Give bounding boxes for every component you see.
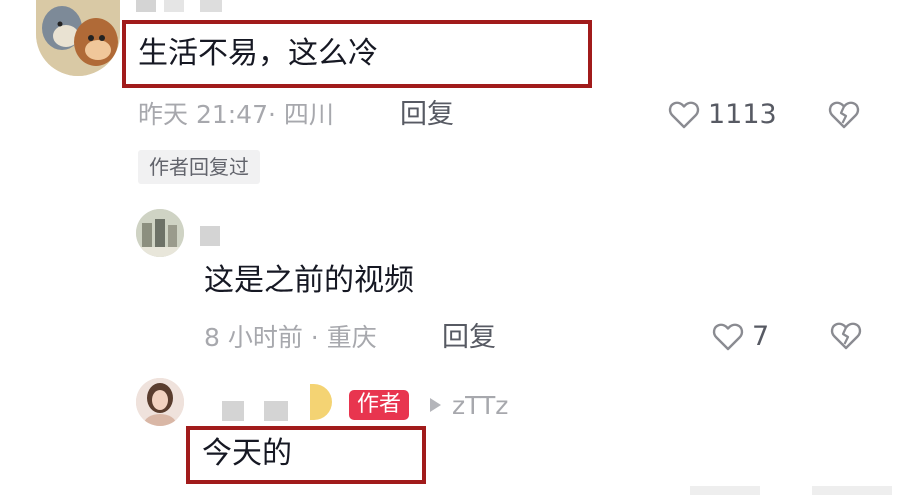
avatar[interactable] [36, 0, 120, 76]
reply-button[interactable]: 回复 [400, 100, 454, 130]
reply-button[interactable]: 回复 [442, 323, 496, 353]
avatar[interactable] [136, 378, 184, 426]
reply-arrow-icon [430, 398, 441, 412]
username-blurred [164, 0, 184, 12]
comment-meta: 8 小时前 · 重庆 [204, 323, 377, 352]
emoji-blurred [310, 384, 332, 420]
broken-heart-icon[interactable] [830, 321, 862, 351]
avatar[interactable] [136, 209, 184, 257]
broken-heart-icon[interactable] [828, 100, 860, 130]
username-blurred [264, 401, 288, 421]
heart-outline-icon [712, 323, 744, 351]
faded-overlay [690, 486, 760, 495]
username-blurred [200, 226, 220, 246]
comment-text: 生活不易，这么冷 [138, 36, 378, 71]
username-blurred [200, 0, 222, 12]
comment-text: 今天的 [202, 436, 292, 471]
comment-meta: 昨天 21:47· 四川 [138, 100, 334, 129]
like-button[interactable]: 1113 [668, 98, 778, 134]
author-badge: 作者 [349, 390, 410, 420]
faded-overlay [812, 486, 892, 495]
username-blurred [136, 0, 156, 12]
author-replied-tag: 作者回复过 [138, 150, 260, 184]
like-count: 7 [752, 321, 770, 352]
comment-text: 这是之前的视频 [204, 263, 414, 298]
username-blurred [222, 401, 244, 421]
heart-outline-icon [668, 101, 700, 129]
like-button[interactable]: 7 [712, 320, 776, 356]
reply-to-username: zTTz [452, 391, 509, 420]
like-count: 1113 [708, 99, 777, 130]
